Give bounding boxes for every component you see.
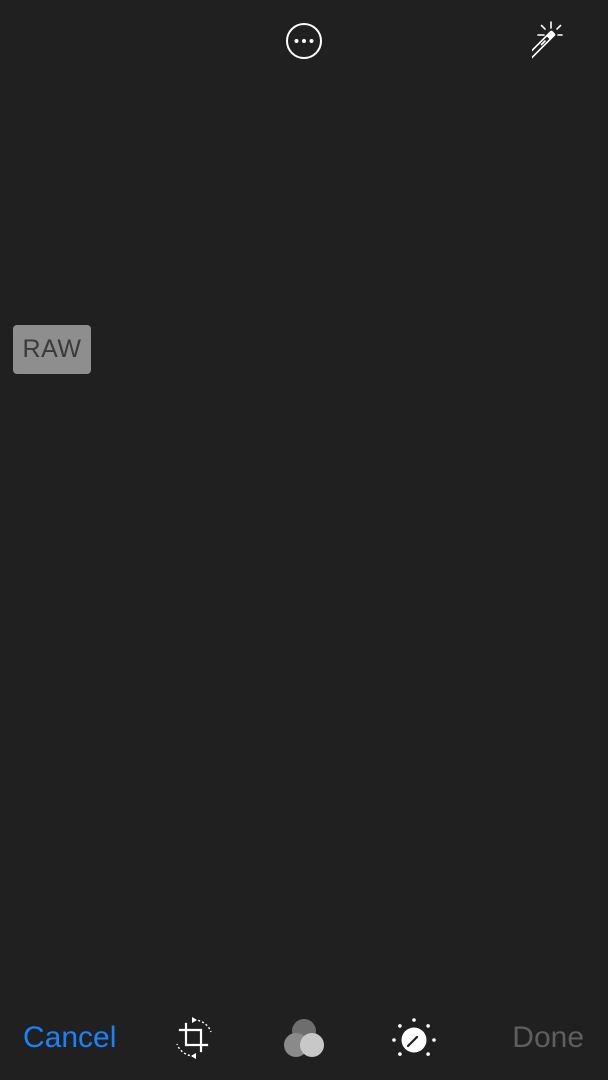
crop-rotate-icon [176,1017,212,1059]
cancel-button[interactable]: Cancel [23,1018,116,1058]
auto-enhance-button[interactable] [532,18,582,66]
adjust-dial-icon [392,1018,436,1056]
adjust-button[interactable] [390,1014,438,1062]
filters-icon [284,1019,324,1057]
raw-badge[interactable]: RAW [13,325,91,374]
magic-wand-icon [532,21,563,64]
more-options-button[interactable] [284,21,324,61]
photo-editor-screen: RAW Cancel Done [0,0,608,1080]
edit-toolbar: Cancel Done [0,1000,608,1080]
crop-rotate-button[interactable] [170,1014,218,1062]
filters-button[interactable] [280,1014,328,1062]
ellipsis-circle-icon [286,23,322,59]
done-button[interactable]: Done [512,1018,584,1058]
